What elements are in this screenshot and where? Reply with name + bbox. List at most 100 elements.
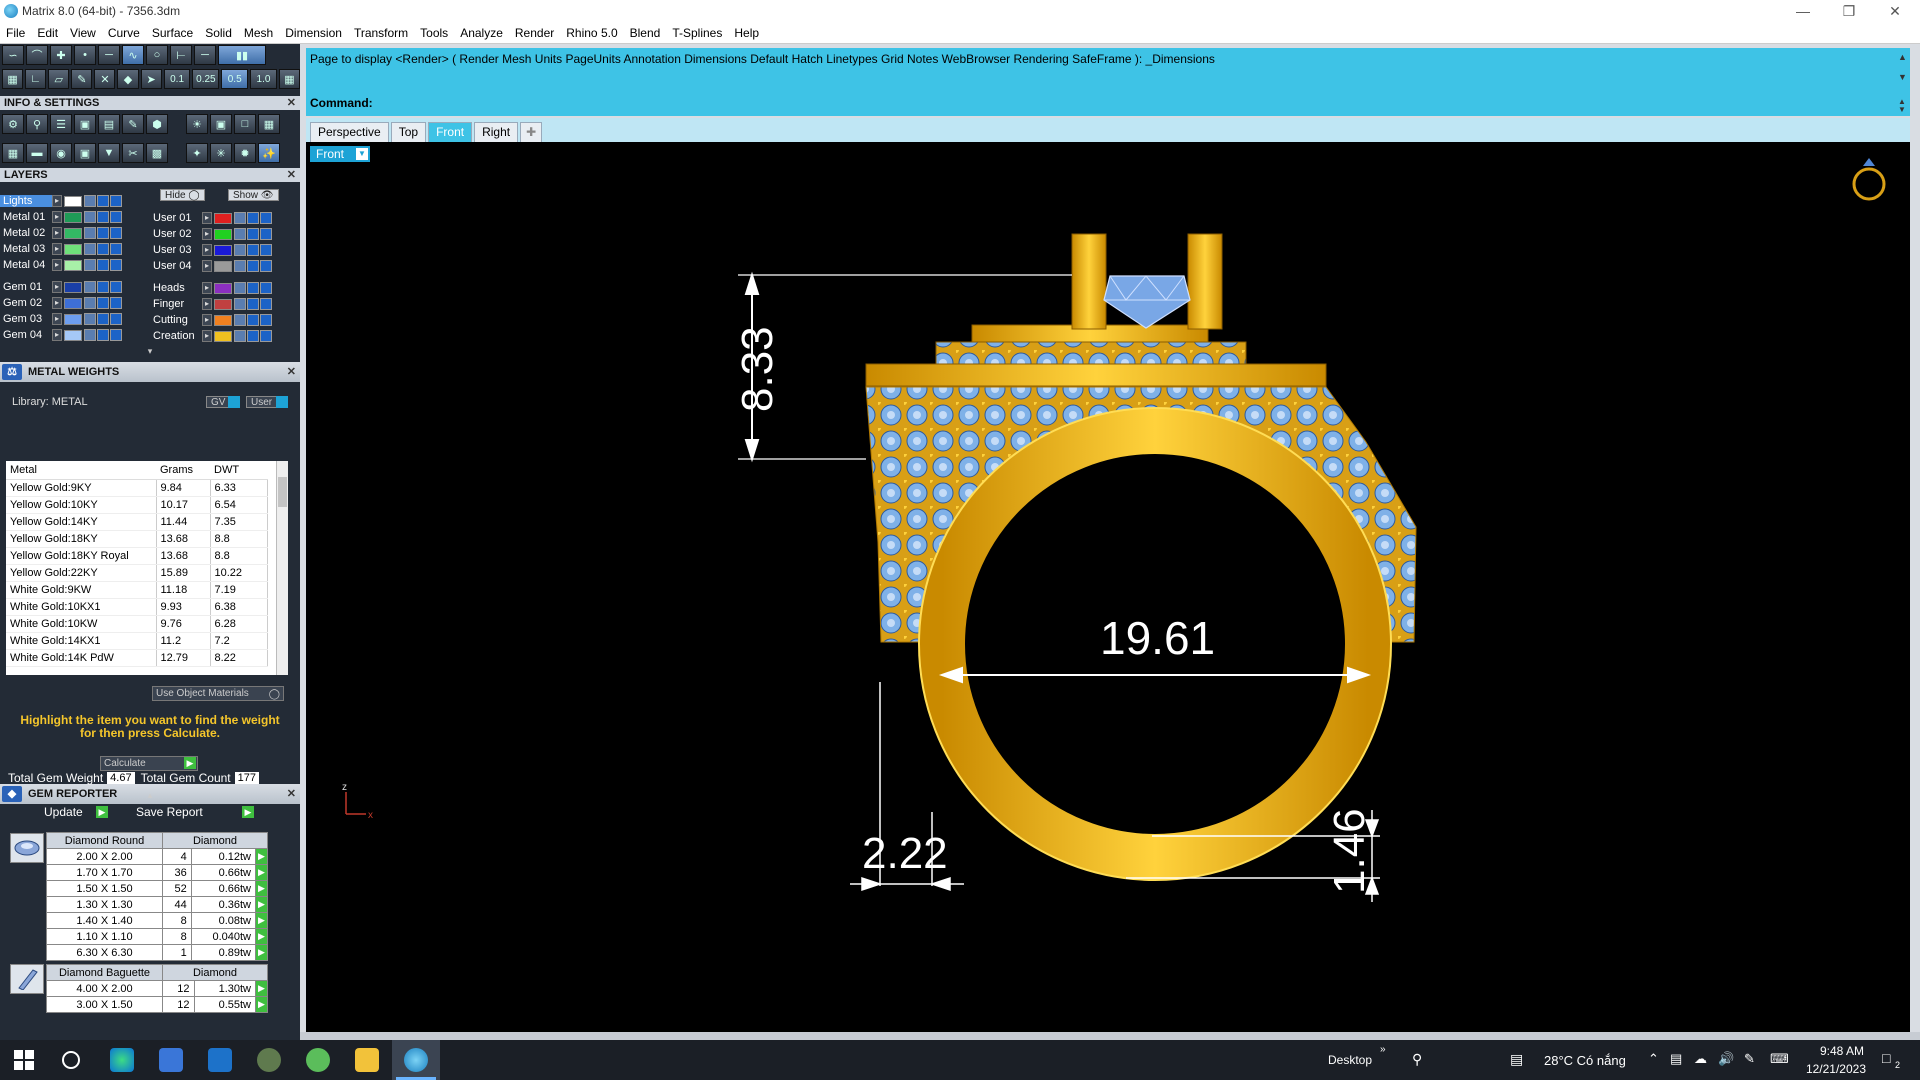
layer-color-swatch[interactable]	[214, 260, 232, 272]
table-row[interactable]: White Gold:14KX1 11.2 7.2	[6, 632, 268, 650]
person-icon[interactable]: ⚲	[1412, 1051, 1422, 1068]
select-icon[interactable]	[110, 243, 122, 255]
menu-solid[interactable]: Solid	[199, 26, 238, 40]
layer-name[interactable]: Gem 01	[0, 281, 52, 293]
tab-right[interactable]: Right	[474, 122, 519, 142]
monitor-icon[interactable]: ▩	[146, 143, 168, 163]
gem-row[interactable]: 1.40 X 1.40 8 0.08tw ▶	[46, 912, 268, 929]
select-gem-arrow-icon[interactable]: ▶	[255, 928, 268, 945]
tab-front[interactable]: Front	[428, 122, 473, 142]
menu-rhino5[interactable]: Rhino 5.0	[560, 26, 623, 40]
clock-date[interactable]: 12/21/2023	[1802, 1062, 1866, 1076]
keyboard-icon[interactable]: ⌨	[1770, 1051, 1789, 1067]
menu-analyze[interactable]: Analyze	[454, 26, 509, 40]
window-icon[interactable]: □	[234, 114, 256, 134]
layer-row[interactable]: Lights ▸	[0, 193, 123, 209]
layer-row[interactable]: Metal 03 ▸	[0, 241, 123, 257]
expand-icon[interactable]: ▸	[52, 313, 62, 325]
select-icon[interactable]	[110, 227, 122, 239]
close-icon[interactable]: ✕	[287, 362, 296, 382]
spark-icon[interactable]: ✳	[210, 143, 232, 163]
layers-stack-icon[interactable]: ☰	[50, 114, 72, 134]
layer-color-swatch[interactable]	[214, 212, 232, 224]
minimize-icon[interactable]: —	[1780, 0, 1826, 22]
visibility-icon[interactable]	[97, 297, 109, 309]
select-icon[interactable]	[110, 281, 122, 293]
knife-icon[interactable]: ✕	[94, 69, 116, 89]
visibility-icon[interactable]	[247, 330, 259, 342]
snap-0-25[interactable]: 0.25	[192, 69, 220, 89]
app-green-icon[interactable]	[306, 1048, 330, 1072]
grid-toggle-icon[interactable]: ▮▮	[218, 45, 266, 65]
visibility-icon[interactable]	[247, 314, 259, 326]
snap-0-1[interactable]: 0.1	[163, 69, 191, 89]
filter-icon[interactable]: ▼	[98, 143, 120, 163]
layer-color-swatch[interactable]	[64, 281, 82, 293]
select-gem-arrow-icon[interactable]: ▶	[255, 912, 268, 929]
settings-gear-icon[interactable]: ⚙	[2, 114, 24, 134]
network-icon[interactable]: ▤	[1670, 1051, 1682, 1067]
gem-row[interactable]: 1.30 X 1.30 44 0.36tw ▶	[46, 896, 268, 913]
layer-name[interactable]: Cutting	[150, 314, 202, 326]
select-gem-arrow-icon[interactable]: ▶	[255, 880, 268, 897]
lock-icon[interactable]	[234, 298, 246, 310]
matrix-app-button[interactable]	[392, 1040, 440, 1080]
close-icon[interactable]: ✕	[287, 784, 296, 804]
update-arrow-icon[interactable]: ▶	[96, 806, 108, 818]
lock-icon[interactable]	[234, 212, 246, 224]
gv-indicator-icon[interactable]	[228, 396, 240, 408]
lock-icon[interactable]	[84, 227, 96, 239]
lock-icon[interactable]	[84, 259, 96, 271]
layer-row[interactable]: Metal 02 ▸	[0, 225, 123, 241]
ring-nav-icon[interactable]	[1852, 158, 1886, 201]
lock-icon[interactable]	[234, 260, 246, 272]
restore-icon[interactable]: ❐	[1826, 0, 1872, 22]
select-icon[interactable]	[260, 228, 272, 240]
show-button[interactable]: Show 👁	[228, 189, 279, 201]
lock-icon[interactable]	[234, 282, 246, 294]
layer-name[interactable]: Metal 04	[0, 259, 52, 271]
weather-text[interactable]: 28°C Có nắng	[1544, 1053, 1626, 1068]
table-row[interactable]: Yellow Gold:10KY 10.17 6.54	[6, 496, 268, 514]
layer-name[interactable]: Gem 04	[0, 329, 52, 341]
user-toggle[interactable]: User	[246, 396, 278, 408]
calculate-arrow-icon[interactable]: ▶	[184, 757, 196, 769]
layer-row[interactable]: Metal 01 ▸	[0, 209, 123, 225]
select-icon[interactable]	[110, 313, 122, 325]
layer-color-swatch[interactable]	[64, 313, 82, 325]
store-icon[interactable]	[159, 1048, 183, 1072]
sphere-icon[interactable]: ◉	[50, 143, 72, 163]
mail-icon[interactable]	[208, 1048, 232, 1072]
select-icon[interactable]	[110, 297, 122, 309]
close-icon[interactable]: ✕	[1872, 0, 1918, 22]
cube-icon[interactable]: ▣	[74, 114, 96, 134]
menu-curve[interactable]: Curve	[102, 26, 146, 40]
select-icon[interactable]	[260, 212, 272, 224]
lock-icon[interactable]	[84, 329, 96, 341]
visibility-icon[interactable]	[97, 211, 109, 223]
lock-icon[interactable]	[234, 228, 246, 240]
table-row[interactable]: Yellow Gold:14KY 11.44 7.35	[6, 513, 268, 531]
select-icon[interactable]	[110, 329, 122, 341]
save-report-button[interactable]: Save Report	[136, 805, 203, 819]
layer-color-swatch[interactable]	[64, 227, 82, 239]
visibility-icon[interactable]	[247, 212, 259, 224]
layer-row[interactable]: Gem 04 ▸	[0, 327, 123, 343]
gem-row[interactable]: 1.70 X 1.70 36 0.66tw ▶	[46, 864, 268, 881]
select-gem-arrow-icon[interactable]: ▶	[255, 864, 268, 881]
layer-row[interactable]: Metal 04 ▸	[0, 257, 123, 273]
chevron-up-icon[interactable]: ⌃	[1648, 1051, 1659, 1067]
cam-icon[interactable]: ▣	[210, 114, 232, 134]
menu-tsplines[interactable]: T-Splines	[666, 26, 728, 40]
snap-0-5[interactable]: 0.5	[221, 69, 249, 89]
select-icon[interactable]	[260, 260, 272, 272]
select-gem-arrow-icon[interactable]: ▶	[255, 896, 268, 913]
expand-icon[interactable]: ▸	[52, 259, 62, 271]
table-row[interactable]: Yellow Gold:18KY Royal 13.68 8.8	[6, 547, 268, 565]
magnifier-icon[interactable]: ⚲	[26, 114, 48, 134]
command-scroll[interactable]: ▲ ▼	[1898, 98, 1908, 114]
collapse-icon[interactable]: ▾	[140, 346, 160, 356]
polyline-tool-icon[interactable]: ∿	[122, 45, 144, 65]
menu-dimension[interactable]: Dimension	[279, 26, 348, 40]
edge-browser-icon[interactable]	[110, 1048, 134, 1072]
